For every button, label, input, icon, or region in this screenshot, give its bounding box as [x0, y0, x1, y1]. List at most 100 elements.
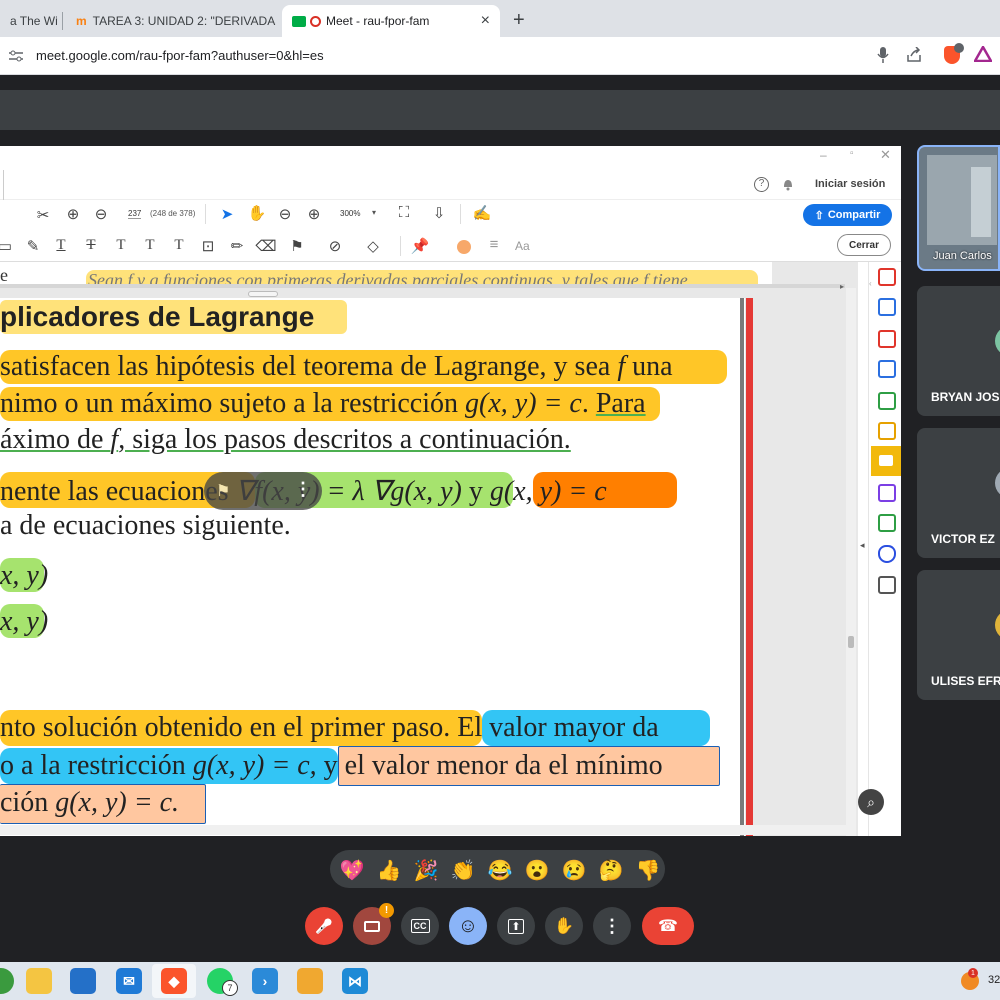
site-settings-icon[interactable]	[9, 49, 23, 62]
pdf-document-view[interactable]: e Sean f y g funciones con primeras deri…	[0, 262, 858, 836]
more-tools-icon[interactable]	[878, 576, 896, 594]
fill-sign-icon[interactable]	[878, 422, 896, 440]
pencil-icon[interactable]: ✏	[226, 237, 248, 255]
vscode-icon[interactable]: ⋈	[342, 968, 368, 994]
reaction-surprised[interactable]: 😮	[522, 858, 552, 883]
sign-icon[interactable]: ✍	[471, 204, 493, 222]
participant-tile[interactable]: BRYAN JOS	[917, 286, 1000, 416]
pin-icon[interactable]: 📌	[409, 237, 431, 255]
strikethrough-icon[interactable]: T	[80, 237, 102, 254]
powershell-icon[interactable]: ›	[252, 968, 278, 994]
reaction-joy[interactable]: 😂	[485, 858, 515, 883]
mail-icon[interactable]: ✉	[116, 968, 142, 994]
new-tab-button[interactable]: +	[513, 9, 525, 32]
collapse-rail-icon[interactable]: ‹	[869, 279, 872, 288]
minimize-icon[interactable]: –	[820, 148, 827, 162]
browser-tab[interactable]: m TAREA 3: UNIDAD 2: "DERIVADAS PC	[66, 5, 276, 37]
share-icon[interactable]	[906, 46, 922, 68]
more-options-button[interactable]: ⋮	[593, 907, 631, 945]
zoom-out-icon[interactable]: ⊖	[274, 205, 296, 223]
browser-tab-active[interactable]: Meet - rau-fpor-fam ×	[282, 5, 500, 37]
scan-icon[interactable]	[878, 514, 896, 532]
leave-call-button[interactable]: ☎	[642, 907, 694, 945]
tab-label: TAREA 3: UNIDAD 2: "DERIVADAS PC	[92, 14, 276, 28]
reaction-thinking[interactable]: 🤔	[596, 858, 626, 883]
highlight-off-icon[interactable]: ⚑	[216, 481, 230, 501]
help-icon[interactable]: ?	[754, 177, 769, 192]
close-icon[interactable]: ×	[481, 12, 490, 30]
raise-hand-button[interactable]: ✋	[545, 907, 583, 945]
pen-tool-icon[interactable]	[878, 484, 896, 502]
participant-tile-speaking[interactable]: Juan Carlos	[917, 145, 1000, 271]
export-pdf-icon[interactable]	[878, 268, 896, 286]
comment-tool-active[interactable]	[871, 446, 901, 476]
camera-toggle-button[interactable]: !	[353, 903, 394, 945]
zoom-select[interactable]: 300%	[340, 209, 360, 218]
reaction-clap[interactable]: 👏	[448, 858, 478, 883]
share-button[interactable]: ⇧ Compartir	[803, 204, 892, 226]
restore-icon[interactable]: ▫	[850, 148, 854, 159]
fit-page-icon[interactable]: ⛶	[393, 204, 415, 221]
replace-text-icon[interactable]: T	[110, 237, 132, 254]
reaction-thumbs-down[interactable]: 👎	[633, 858, 663, 883]
close-tools-button[interactable]: Cerrar	[837, 234, 891, 256]
combine-files-icon[interactable]	[878, 360, 896, 378]
horizontal-scrollbar[interactable]	[0, 825, 846, 835]
line-weight-icon[interactable]: ≡	[483, 236, 505, 253]
textbox-icon[interactable]: ⊡	[197, 237, 219, 255]
organize-pages-icon[interactable]	[878, 392, 896, 410]
chevron-down-icon[interactable]: ▾	[372, 208, 376, 217]
bell-icon[interactable]	[782, 177, 794, 196]
eraser-icon[interactable]: ⌫	[255, 237, 277, 255]
reaction-party[interactable]: 🎉	[411, 858, 441, 883]
page-up-icon[interactable]: ⊕	[62, 205, 84, 223]
scissors-icon[interactable]: ✂	[32, 206, 54, 224]
scroll-mode-icon[interactable]: ⇩	[428, 204, 450, 222]
shapes-icon[interactable]: ◇	[362, 237, 384, 255]
reaction-heart[interactable]: 💖	[337, 858, 367, 883]
select-cursor-icon[interactable]: ➤	[216, 205, 238, 223]
present-button[interactable]: ⬆	[497, 907, 535, 945]
app-icon[interactable]	[297, 968, 323, 994]
page-down-icon[interactable]: ⊖	[90, 205, 112, 223]
edit-pdf-icon[interactable]	[878, 298, 896, 316]
app-icon[interactable]	[0, 968, 14, 994]
mic-toggle-button[interactable]: 🎤	[305, 907, 343, 945]
microphone-icon[interactable]	[877, 47, 889, 68]
rail-splitter[interactable]: ◂	[858, 262, 868, 836]
page-number-input[interactable]: 237	[128, 209, 142, 219]
underline-icon[interactable]: T	[50, 237, 72, 254]
more-options-icon[interactable]: ⋮	[294, 479, 312, 500]
insert-text-icon[interactable]: T	[139, 237, 161, 254]
font-size-icon[interactable]: Aa	[515, 239, 530, 253]
signin-link[interactable]: Iniciar sesión	[815, 178, 885, 190]
file-explorer-icon[interactable]	[26, 968, 52, 994]
store-icon[interactable]	[70, 968, 96, 994]
zoom-magnifier-icon[interactable]: ⌕	[858, 789, 884, 815]
zoom-in-icon[interactable]: ⊕	[303, 205, 325, 223]
equation-line: x, y)	[0, 606, 49, 637]
brave-browser-icon[interactable]: ◆	[161, 968, 187, 994]
emoji-reactions-button[interactable]: ☺	[449, 907, 487, 945]
highlight-icon[interactable]: ✎	[22, 237, 44, 255]
protect-icon[interactable]	[878, 545, 896, 563]
browser-tab[interactable]: a The Wit	[0, 5, 58, 37]
stamp-icon[interactable]: ⚑	[286, 237, 308, 255]
url-field[interactable]: meet.google.com/rau-fpor-fam?authuser=0&…	[36, 48, 324, 63]
reaction-thumbs-up[interactable]: 👍	[374, 858, 404, 883]
scroll-right-icon[interactable]: ▸	[840, 282, 844, 291]
page-splitter-handle[interactable]	[248, 291, 278, 297]
vertical-scrollbar[interactable]	[846, 288, 856, 836]
create-pdf-icon[interactable]	[878, 330, 896, 348]
comment-icon[interactable]: ▭	[0, 237, 16, 255]
add-text-icon[interactable]: T	[168, 237, 190, 254]
participant-tile[interactable]: ULISES EFR	[917, 570, 1000, 700]
participant-tile[interactable]: VICTOR EZ	[917, 428, 1000, 558]
color-picker-icon[interactable]	[457, 240, 471, 254]
brave-rewards-icon[interactable]	[972, 44, 994, 67]
close-window-icon[interactable]: ✕	[880, 147, 891, 163]
reaction-sad[interactable]: 😢	[559, 858, 589, 883]
captions-button[interactable]: CC	[401, 907, 439, 945]
attach-icon[interactable]: ⊘	[324, 237, 346, 255]
hand-tool-icon[interactable]: ✋	[246, 204, 268, 222]
